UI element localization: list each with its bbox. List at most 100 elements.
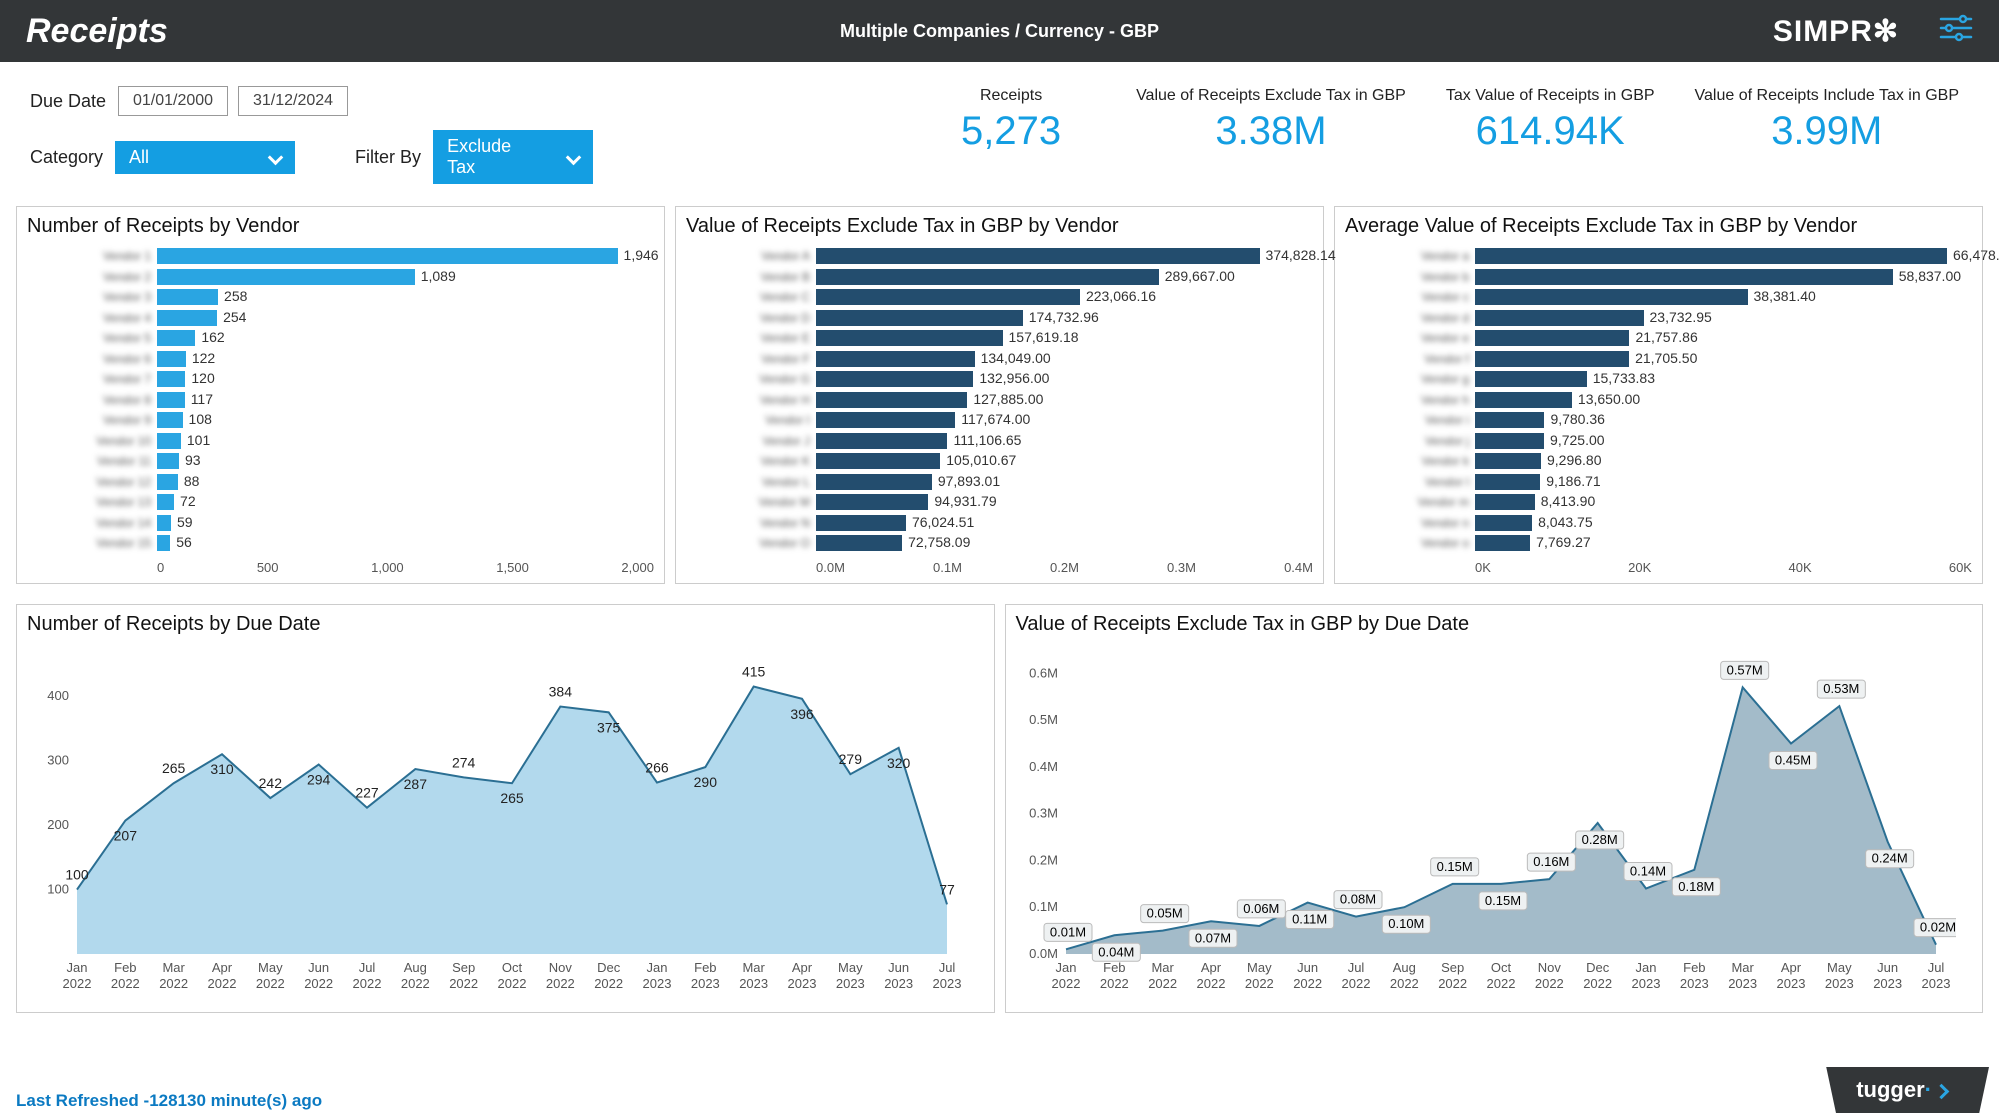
svg-text:2022: 2022	[449, 976, 478, 991]
svg-text:Jul: Jul	[1927, 960, 1944, 975]
svg-text:2022: 2022	[1051, 976, 1080, 991]
svg-text:Feb: Feb	[1683, 960, 1705, 975]
filterby-label: Filter By	[355, 147, 421, 168]
svg-text:384: 384	[549, 683, 573, 699]
svg-text:Sep: Sep	[1441, 960, 1464, 975]
svg-text:0.06M: 0.06M	[1243, 900, 1279, 915]
svg-text:310: 310	[210, 761, 234, 777]
svg-text:May: May	[1827, 960, 1852, 975]
svg-text:0.4M: 0.4M	[1029, 758, 1058, 773]
svg-text:0.2M: 0.2M	[1029, 852, 1058, 867]
svg-text:Jul: Jul	[359, 960, 376, 975]
svg-text:200: 200	[47, 817, 69, 832]
panel-value-vendor: Value of Receipts Exclude Tax in GBP by …	[675, 206, 1324, 584]
svg-text:2022: 2022	[1389, 976, 1418, 991]
svg-text:2023: 2023	[1728, 976, 1757, 991]
svg-text:2022: 2022	[1583, 976, 1612, 991]
svg-text:2022: 2022	[498, 976, 527, 991]
due-date-label: Due Date	[30, 91, 106, 112]
svg-text:415: 415	[742, 663, 766, 679]
svg-text:294: 294	[307, 771, 331, 787]
sliders-icon[interactable]	[1939, 14, 1973, 49]
svg-text:Mar: Mar	[742, 960, 765, 975]
svg-text:2022: 2022	[1534, 976, 1563, 991]
svg-text:2023: 2023	[1631, 976, 1660, 991]
svg-text:2023: 2023	[788, 976, 817, 991]
svg-text:2023: 2023	[1776, 976, 1805, 991]
topbar: Receipts Multiple Companies / Currency -…	[0, 0, 1999, 62]
svg-text:0.07M: 0.07M	[1194, 930, 1230, 945]
svg-text:Dec: Dec	[1586, 960, 1610, 975]
svg-text:0.1M: 0.1M	[1029, 899, 1058, 914]
svg-text:2022: 2022	[208, 976, 237, 991]
svg-text:207: 207	[114, 827, 138, 843]
date-from-input[interactable]: 01/01/2000	[118, 86, 228, 116]
svg-text:2023: 2023	[1873, 976, 1902, 991]
svg-text:Nov: Nov	[549, 960, 573, 975]
page-title: Receipts	[26, 12, 168, 51]
category-label: Category	[30, 147, 103, 168]
svg-text:0.5M: 0.5M	[1029, 712, 1058, 727]
last-refreshed: Last Refreshed -128130 minute(s) ago	[16, 1091, 322, 1111]
svg-text:May: May	[838, 960, 863, 975]
svg-text:227: 227	[355, 784, 379, 800]
svg-text:2023: 2023	[739, 976, 768, 991]
svg-text:0.3M: 0.3M	[1029, 805, 1058, 820]
svg-text:Feb: Feb	[1103, 960, 1125, 975]
svg-text:0.01M: 0.01M	[1049, 924, 1085, 939]
svg-text:0.15M: 0.15M	[1484, 892, 1520, 907]
svg-text:2022: 2022	[1341, 976, 1370, 991]
svg-text:0.10M: 0.10M	[1388, 916, 1424, 931]
svg-text:2023: 2023	[643, 976, 672, 991]
svg-text:2023: 2023	[1921, 976, 1950, 991]
svg-text:Mar: Mar	[1731, 960, 1754, 975]
svg-text:400: 400	[47, 688, 69, 703]
svg-text:Aug: Aug	[404, 960, 427, 975]
svg-text:2022: 2022	[594, 976, 623, 991]
chart-count-date[interactable]: 1002003004001002072653102422942272872742…	[27, 644, 984, 1004]
svg-text:2022: 2022	[256, 976, 285, 991]
simpro-logo: SIMPR✻	[1773, 14, 1899, 49]
svg-text:0.02M: 0.02M	[1919, 919, 1955, 934]
filters-row: Due Date 01/01/2000 31/12/2024 Category …	[0, 62, 1999, 196]
svg-text:0.18M: 0.18M	[1678, 878, 1714, 893]
svg-text:375: 375	[597, 719, 621, 735]
svg-text:0.45M: 0.45M	[1774, 752, 1810, 767]
svg-text:2022: 2022	[1438, 976, 1467, 991]
svg-text:Mar: Mar	[162, 960, 185, 975]
kpi-value-incl: Value of Receipts Include Tax in GBP 3.9…	[1675, 86, 1979, 154]
bottom-charts-row: Number of Receipts by Due Date 100200300…	[0, 594, 1999, 1023]
svg-text:279: 279	[839, 751, 863, 767]
chart-value-date[interactable]: 0.0M0.1M0.2M0.3M0.4M0.5M0.6M0.01M0.04M0.…	[1016, 644, 1973, 1004]
page-subtitle: Multiple Companies / Currency - GBP	[840, 21, 1159, 42]
svg-text:287: 287	[404, 776, 428, 792]
svg-text:274: 274	[452, 754, 476, 770]
chart-value-vendor[interactable]: Vendor A374,828.14Vendor B289,667.00Vend…	[686, 246, 1313, 575]
svg-text:2022: 2022	[63, 976, 92, 991]
panel-value-date: Value of Receipts Exclude Tax in GBP by …	[1005, 604, 1984, 1013]
svg-text:Sep: Sep	[452, 960, 475, 975]
svg-text:Apr: Apr	[1200, 960, 1221, 975]
svg-text:290: 290	[694, 774, 718, 790]
top-charts-row: Number of Receipts by Vendor Vendor 11,9…	[0, 196, 1999, 594]
svg-text:242: 242	[259, 775, 283, 791]
svg-text:2022: 2022	[1196, 976, 1225, 991]
filterby-select[interactable]: Exclude Tax	[433, 130, 593, 184]
chart-count-vendor[interactable]: Vendor 11,946Vendor 21,089Vendor 3258Ven…	[27, 246, 654, 575]
svg-text:2022: 2022	[159, 976, 188, 991]
svg-text:0.15M: 0.15M	[1436, 858, 1472, 873]
svg-text:Jul: Jul	[1347, 960, 1364, 975]
svg-text:320: 320	[887, 754, 911, 770]
svg-text:Jan: Jan	[647, 960, 668, 975]
svg-text:0.11M: 0.11M	[1292, 911, 1327, 926]
svg-text:0.6M: 0.6M	[1029, 665, 1058, 680]
chart-avg-vendor[interactable]: Vendor a66,478.00Vendor b58,837.00Vendor…	[1345, 246, 1972, 575]
svg-text:Oct: Oct	[502, 960, 523, 975]
category-select[interactable]: All	[115, 141, 295, 174]
date-to-input[interactable]: 31/12/2024	[238, 86, 348, 116]
svg-text:265: 265	[500, 790, 524, 806]
svg-text:2023: 2023	[884, 976, 913, 991]
tugger-logo: tugger·	[1826, 1067, 1989, 1113]
svg-text:Jan: Jan	[1635, 960, 1656, 975]
svg-text:Nov: Nov	[1537, 960, 1561, 975]
